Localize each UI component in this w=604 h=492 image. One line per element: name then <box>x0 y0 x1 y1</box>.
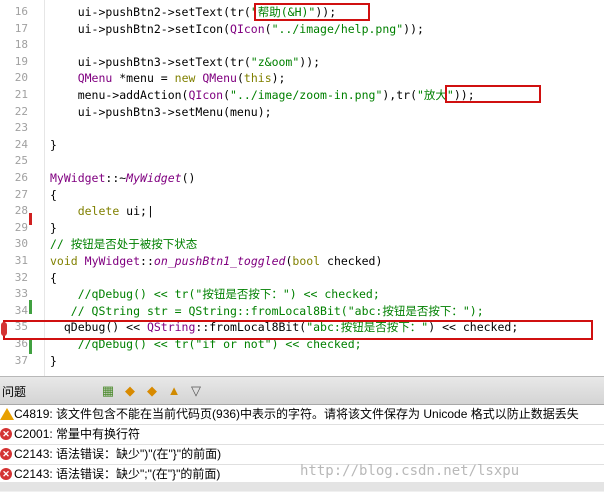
filter-icon[interactable]: ▦ <box>100 383 116 399</box>
code-line[interactable]: 19 ui->pushBtn3->setText(tr("z&oom")); <box>0 54 604 70</box>
code-text: //qDebug() << tr("按钮是否按下：") << checked; <box>77 287 380 302</box>
watermark: http://blog.csdn.net/lsxpu <box>300 463 520 479</box>
line-number: 24 <box>14 137 28 151</box>
line-number: 26 <box>14 171 28 184</box>
change-marker <box>29 340 32 354</box>
code-text: // QString str = QString::fromLocal8Bit(… <box>70 303 484 318</box>
code-text: } <box>50 220 57 235</box>
error-icon: ✕ <box>0 428 12 440</box>
funnel-icon[interactable]: ▽ <box>188 383 204 399</box>
issue-text: C4819: 该文件包含不能在当前代码页(936)中表示的字符。请将该文件保存为… <box>14 407 579 421</box>
prev-issue-icon[interactable]: ◆ <box>122 383 138 399</box>
code-text: ui->pushBtn3->setMenu(menu); <box>50 104 272 119</box>
code-text: ui->pushBtn3->setText(tr("z&oom")); <box>50 54 321 69</box>
issue-text: C2001: 常量中有换行符 <box>14 427 141 441</box>
issue-row[interactable]: C4819: 该文件包含不能在当前代码页(936)中表示的字符。请将该文件保存为… <box>0 405 604 425</box>
line-number: 19 <box>14 54 28 68</box>
horizontal-scrollbar[interactable] <box>0 482 604 491</box>
line-number: 29 <box>14 220 28 234</box>
line-number: 23 <box>14 121 28 135</box>
code-line[interactable]: 30 // 按钮是否处于被按下状态 <box>0 236 604 252</box>
line-number: 20 <box>14 71 28 85</box>
line-number: 30 <box>14 237 28 251</box>
warning-filter-icon[interactable]: ▲ <box>166 383 182 399</box>
error-icon: ✕ <box>0 468 12 480</box>
code-line[interactable]: 25 <box>0 153 604 169</box>
code-text: delete ui;| <box>77 204 154 219</box>
issue-text: C2143: 语法错误：缺少")"(在"}"的前面) <box>14 447 222 461</box>
code-editor[interactable]: 16 ui->pushBtn2->setText(tr("帮助(&H)")); 1… <box>0 0 604 376</box>
line-number: 22 <box>14 104 28 118</box>
line-number: 31 <box>14 254 28 267</box>
line-number: 37 <box>14 353 28 367</box>
code-line[interactable]: 18 <box>0 37 604 53</box>
code-text: ui->pushBtn2->setIcon(QIcon("../image/he… <box>50 21 424 36</box>
error-icon: ✕ <box>0 448 12 460</box>
change-marker <box>29 300 32 314</box>
code-line[interactable]: 20 QMenu *menu = new QMenu(this); <box>0 70 604 86</box>
code-text: } <box>50 353 57 368</box>
code-text: } <box>50 137 57 152</box>
code-text: // 按钮是否处于被按下状态 <box>50 237 198 252</box>
code-text: MyWidget::~MyWidget() <box>50 171 196 185</box>
issues-toolbar: 问题 ▦ ◆ ◆ ▲ ▽ <box>0 377 604 405</box>
code-text: { <box>50 187 57 202</box>
issue-row[interactable]: ✕ C2143: 语法错误：缺少")"(在"}"的前面) <box>0 445 604 465</box>
code-line[interactable]: 26 MyWidget::~MyWidget() <box>0 170 604 186</box>
code-line[interactable]: 34 // QString str = QString::fromLocal8B… <box>0 303 604 319</box>
line-number: 25 <box>14 154 28 168</box>
code-line[interactable]: 32 { <box>0 270 604 286</box>
line-number: 28 <box>14 204 28 218</box>
code-line[interactable]: 31 void MyWidget::on_pushBtn1_toggled(boo… <box>0 253 604 269</box>
line-number: 32 <box>14 270 28 284</box>
line-number: 18 <box>14 38 28 52</box>
code-text: { <box>50 270 57 285</box>
annotation-box-tr-help <box>254 3 370 21</box>
warning-icon <box>0 408 14 420</box>
line-number: 34 <box>14 303 28 317</box>
code-line[interactable]: 17 ui->pushBtn2->setIcon(QIcon("../image… <box>0 21 604 37</box>
line-number: 27 <box>14 187 28 201</box>
code-line[interactable]: 24} <box>0 137 604 153</box>
code-text: menu->addAction(QIcon("../image/zoom-in.… <box>50 88 475 102</box>
line-number: 17 <box>14 21 28 35</box>
annotation-box-qdebug <box>3 320 593 340</box>
code-line[interactable]: 33 //qDebug() << tr("按钮是否按下：") << checke… <box>0 286 604 302</box>
code-line[interactable]: 28 delete ui;| <box>0 203 604 219</box>
code-line[interactable]: 22 ui->pushBtn3->setMenu(menu); <box>0 104 604 120</box>
next-issue-icon[interactable]: ◆ <box>144 383 160 399</box>
line-number: 33 <box>14 287 28 301</box>
code-line[interactable]: 37} <box>0 353 604 369</box>
breakpoint-icon[interactable] <box>1 322 7 336</box>
issues-panel-title: 问题 <box>2 385 27 399</box>
code-text: QMenu *menu = new QMenu(this); <box>77 71 286 86</box>
line-number: 16 <box>14 5 28 18</box>
line-number: 21 <box>14 88 28 101</box>
code-text: void MyWidget::on_pushBtn1_toggled(bool … <box>50 254 383 268</box>
annotation-box-tr-zoom <box>445 85 541 103</box>
change-marker <box>29 213 32 225</box>
code-line[interactable]: 27 { <box>0 187 604 203</box>
code-line[interactable]: 23 <box>0 120 604 136</box>
code-line[interactable]: 29} <box>0 220 604 236</box>
issue-row[interactable]: ✕ C2001: 常量中有换行符 <box>0 425 604 445</box>
